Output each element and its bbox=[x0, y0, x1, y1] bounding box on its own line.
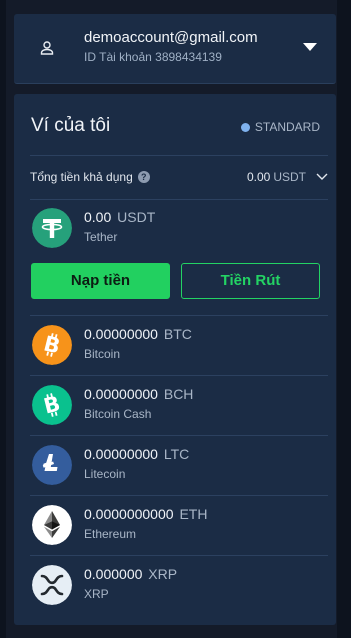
coin-symbol: BCH bbox=[163, 386, 194, 402]
coin-name: Tether bbox=[84, 230, 118, 244]
deposit-button[interactable]: Nạp tiền bbox=[31, 263, 170, 299]
coin-name: Litecoin bbox=[84, 467, 126, 481]
coin-amount: 0.0000000000 ETH bbox=[84, 506, 207, 522]
tether-icon bbox=[32, 208, 72, 248]
coin-amount-value: 0.00000000 bbox=[84, 446, 158, 462]
available-balance-unit: USDT bbox=[273, 170, 306, 184]
coin-row-bch[interactable]: B 0.00000000 BCH Bitcoin Cash bbox=[30, 375, 328, 435]
litecoin-icon bbox=[32, 445, 72, 485]
coin-name: Bitcoin bbox=[84, 347, 121, 361]
coin-row-usdt[interactable]: 0.00 USDT Tether bbox=[30, 198, 328, 258]
coin-name: Bitcoin Cash bbox=[84, 407, 152, 421]
withdraw-button[interactable]: Tiền Rút bbox=[181, 263, 320, 299]
coin-symbol: LTC bbox=[163, 446, 190, 462]
coin-amount: 0.00000000 LTC bbox=[84, 446, 189, 462]
help-icon[interactable]: ? bbox=[137, 171, 150, 183]
right-frame bbox=[337, 0, 351, 638]
coin-amount-value: 0.00000000 bbox=[84, 386, 158, 402]
account-tier: STANDARD bbox=[240, 120, 320, 134]
ethereum-icon bbox=[32, 505, 72, 545]
coin-row-btc[interactable]: B 0.00000000 BTC Bitcoin bbox=[30, 315, 328, 375]
account-id: ID Tài khoản 3898434139 bbox=[84, 50, 222, 64]
coin-amount: 0.00 USDT bbox=[84, 209, 155, 225]
coin-name: Ethereum bbox=[84, 527, 137, 541]
left-frame bbox=[0, 0, 6, 638]
dropdown-caret-icon[interactable] bbox=[303, 42, 317, 52]
account-email: demoaccount@gmail.com bbox=[84, 29, 258, 46]
chevron-down-icon[interactable] bbox=[316, 173, 328, 181]
available-balance-row[interactable]: Tổng tiền khả dụng ? 0.00 USDT bbox=[30, 156, 328, 199]
tier-dot-icon bbox=[240, 122, 250, 132]
available-balance-label-group: Tổng tiền khả dụng ? bbox=[30, 170, 150, 184]
coin-amount-value: 0.00000000 bbox=[84, 326, 158, 342]
bitcoin-icon: B bbox=[32, 325, 72, 365]
coin-symbol: XRP bbox=[148, 566, 178, 582]
coin-row-xrp[interactable]: 0.000000 XRP XRP bbox=[30, 555, 328, 615]
coin-amount: 0.00000000 BTC bbox=[84, 326, 192, 342]
coin-symbol: USDT bbox=[117, 209, 156, 225]
coin-amount-value: 0.000000 bbox=[84, 566, 143, 582]
coin-amount-value: 0.00 bbox=[84, 209, 112, 225]
account-header[interactable]: demoaccount@gmail.com ID Tài khoản 38984… bbox=[14, 14, 336, 84]
bitcoin-cash-icon: B bbox=[32, 385, 72, 425]
coin-amount: 0.000000 XRP bbox=[84, 566, 177, 582]
available-balance-value-group: 0.00 USDT bbox=[247, 170, 328, 184]
coin-amount-value: 0.0000000000 bbox=[84, 506, 174, 522]
wallet-panel: Ví của tôi STANDARD Tổng tiền khả dụng ?… bbox=[14, 94, 336, 625]
coin-row-ltc[interactable]: 0.00000000 LTC Litecoin bbox=[30, 435, 328, 495]
available-balance-label: Tổng tiền khả dụng bbox=[30, 170, 133, 184]
coin-row-eth[interactable]: 0.0000000000 ETH Ethereum bbox=[30, 495, 328, 555]
coin-symbol: BTC bbox=[163, 326, 192, 342]
coin-symbol: ETH bbox=[179, 506, 208, 522]
wallet-title: Ví của tôi bbox=[31, 115, 111, 136]
coin-amount: 0.00000000 BCH bbox=[84, 386, 193, 402]
available-balance-value: 0.00 bbox=[246, 170, 271, 184]
user-icon bbox=[40, 41, 54, 55]
xrp-icon bbox=[32, 565, 72, 605]
tier-label: STANDARD bbox=[254, 120, 320, 134]
coin-name: XRP bbox=[84, 587, 109, 601]
